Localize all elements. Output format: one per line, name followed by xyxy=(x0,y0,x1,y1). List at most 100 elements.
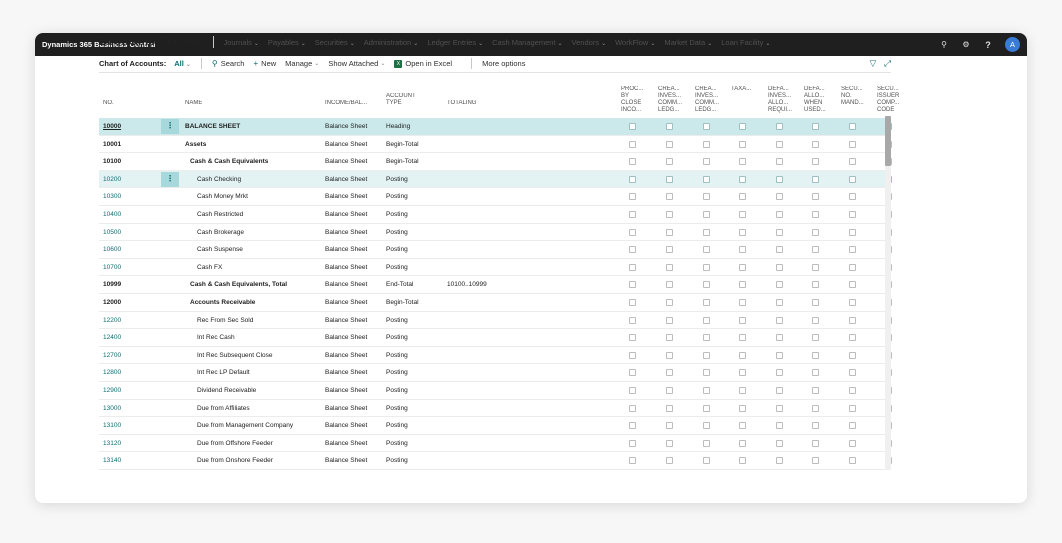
flag-checkbox[interactable] xyxy=(849,175,856,183)
view-filter-dropdown[interactable]: All ⌄ xyxy=(174,59,191,68)
table-row[interactable]: 13000 Due from Affiliates Balance Sheet Pos… xyxy=(99,400,892,418)
flag-checkbox[interactable] xyxy=(849,369,856,377)
flag-checkbox[interactable] xyxy=(812,422,819,430)
flag-checkbox[interactable] xyxy=(776,123,783,130)
flag-checkbox[interactable] xyxy=(703,246,710,254)
manage-menu[interactable]: Manage ⌄ xyxy=(285,59,319,68)
flag-checkbox[interactable] xyxy=(849,439,856,447)
flag-checkbox[interactable] xyxy=(629,422,636,430)
flag-checkbox[interactable] xyxy=(776,316,783,324)
flag-checkbox[interactable] xyxy=(666,263,673,271)
table-row[interactable]: 12700 Int Rec Subsequent Close Balance She… xyxy=(99,347,892,365)
flag-checkbox[interactable] xyxy=(739,228,746,236)
flag-checkbox[interactable] xyxy=(776,351,783,359)
flag-checkbox[interactable] xyxy=(666,211,673,218)
flag-checkbox[interactable] xyxy=(812,193,819,201)
flag-checkbox[interactable] xyxy=(812,387,819,394)
flag-checkbox[interactable] xyxy=(666,228,673,236)
flag-checkbox[interactable] xyxy=(703,439,710,447)
column-header-no[interactable]: NO. xyxy=(103,100,114,107)
flag-checkbox[interactable] xyxy=(629,158,636,166)
flag-checkbox[interactable] xyxy=(629,123,636,130)
flag-checkbox[interactable] xyxy=(666,439,673,447)
account-no-link[interactable]: 10700 xyxy=(103,259,158,276)
flag-checkbox[interactable] xyxy=(666,457,673,465)
column-header-name[interactable]: NAME xyxy=(185,100,202,107)
flag-checkbox[interactable] xyxy=(776,228,783,236)
flag-checkbox[interactable] xyxy=(849,211,856,218)
flag-checkbox[interactable] xyxy=(739,404,746,412)
flag-checkbox[interactable] xyxy=(812,158,819,166)
flag-checkbox[interactable] xyxy=(666,299,673,306)
flag-checkbox[interactable] xyxy=(666,404,673,412)
flag-checkbox[interactable] xyxy=(629,404,636,412)
account-no-link[interactable]: 10400 xyxy=(103,206,158,223)
flag-checkbox[interactable] xyxy=(849,140,856,148)
scrollbar-thumb[interactable] xyxy=(885,116,891,166)
flag-checkbox[interactable] xyxy=(776,140,783,148)
account-no-link[interactable]: 10000 xyxy=(103,118,158,135)
nav-item[interactable]: Payables ⌄ xyxy=(268,38,306,47)
flag-checkbox[interactable] xyxy=(849,158,856,166)
flag-checkbox[interactable] xyxy=(739,193,746,201)
table-row[interactable]: 13100 Due from Management Company Balance … xyxy=(99,417,892,435)
flag-checkbox[interactable] xyxy=(776,263,783,271)
flag-checkbox[interactable] xyxy=(739,123,746,130)
new-button[interactable]: + New xyxy=(253,59,276,68)
flag-checkbox[interactable] xyxy=(812,175,819,183)
flag-checkbox[interactable] xyxy=(703,281,710,289)
flag-checkbox[interactable] xyxy=(849,246,856,254)
flag-checkbox[interactable] xyxy=(703,422,710,430)
flag-checkbox[interactable] xyxy=(629,316,636,324)
flag-checkbox[interactable] xyxy=(703,404,710,412)
table-row[interactable]: 10300 Cash Money Mrkt Balance Sheet Posting xyxy=(99,188,892,206)
flag-checkbox[interactable] xyxy=(812,316,819,324)
flag-checkbox[interactable] xyxy=(776,457,783,465)
open-in-excel-button[interactable]: X Open in Excel xyxy=(394,59,452,68)
column-header-flag[interactable]: DEFA... ALLO... WHEN USED... xyxy=(804,86,838,114)
flag-checkbox[interactable] xyxy=(629,140,636,148)
row-actions-icon[interactable]: ⋮ xyxy=(161,171,179,187)
flag-checkbox[interactable] xyxy=(629,457,636,465)
flag-checkbox[interactable] xyxy=(739,334,746,342)
flag-checkbox[interactable] xyxy=(776,211,783,218)
flag-checkbox[interactable] xyxy=(849,457,856,465)
flag-checkbox[interactable] xyxy=(703,140,710,148)
table-row[interactable]: 10001 Assets Balance Sheet Begin-Total xyxy=(99,136,892,154)
table-row[interactable]: 12000 Accounts Receivable Balance Sheet Beg… xyxy=(99,294,892,312)
account-no-link[interactable]: 13140 xyxy=(103,452,158,469)
flag-checkbox[interactable] xyxy=(812,140,819,148)
nav-item[interactable]: Securities ⌄ xyxy=(315,38,355,47)
flag-checkbox[interactable] xyxy=(703,299,710,306)
table-row[interactable]: 10100 Cash & Cash Equivalents Balance Shee… xyxy=(99,153,892,171)
flag-checkbox[interactable] xyxy=(703,263,710,271)
flag-checkbox[interactable] xyxy=(776,193,783,201)
row-actions-icon[interactable]: ⋮ xyxy=(161,119,179,134)
scrollbar-track[interactable] xyxy=(885,116,891,470)
flag-checkbox[interactable] xyxy=(849,404,856,412)
flag-checkbox[interactable] xyxy=(776,439,783,447)
flag-checkbox[interactable] xyxy=(666,175,673,183)
flag-checkbox[interactable] xyxy=(849,193,856,201)
nav-item[interactable]: Market Data ⌄ xyxy=(664,38,712,47)
flag-checkbox[interactable] xyxy=(629,193,636,201)
search-button[interactable]: ⚲ Search xyxy=(212,59,245,68)
table-row[interactable]: 10200 ⋮ Cash Checking Balance Sheet Posting xyxy=(99,170,892,189)
column-header-flag[interactable]: CREA... INVES... COMM... LEDG... xyxy=(695,86,729,114)
flag-checkbox[interactable] xyxy=(629,299,636,306)
avatar[interactable]: A xyxy=(1005,37,1020,52)
flag-checkbox[interactable] xyxy=(739,281,746,289)
account-no-link[interactable]: 13100 xyxy=(103,417,158,434)
flag-checkbox[interactable] xyxy=(739,211,746,218)
flag-checkbox[interactable] xyxy=(776,334,783,342)
flag-checkbox[interactable] xyxy=(739,299,746,306)
account-no-link[interactable]: 12200 xyxy=(103,312,158,329)
flag-checkbox[interactable] xyxy=(849,263,856,271)
flag-checkbox[interactable] xyxy=(739,158,746,166)
flag-checkbox[interactable] xyxy=(629,334,636,342)
table-row[interactable]: 13120 Due from Offshore Feeder Balance She… xyxy=(99,435,892,453)
flag-checkbox[interactable] xyxy=(629,246,636,254)
flag-checkbox[interactable] xyxy=(703,228,710,236)
flag-checkbox[interactable] xyxy=(776,369,783,377)
account-no-link[interactable]: 12800 xyxy=(103,364,158,381)
